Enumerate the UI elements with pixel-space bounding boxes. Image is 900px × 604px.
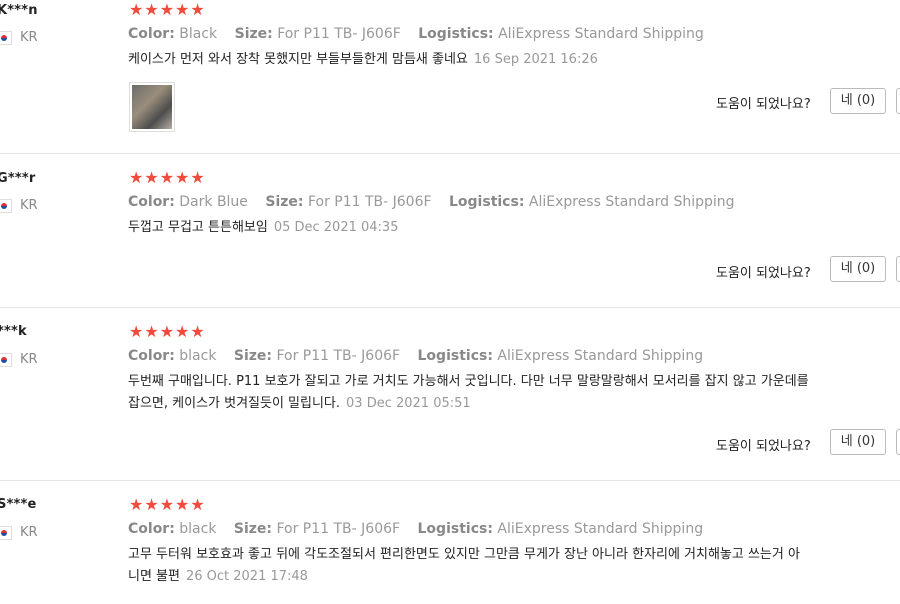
rating-stars: ★★★★★ [129, 495, 206, 514]
size-label: Size: [234, 26, 273, 42]
rating-stars: ★★★★★ [129, 168, 206, 187]
review-text-line: 고무 두터워 보호효과 좋고 뒤에 각도조절되서 편리한면도 있지만 그만큼 무… [128, 547, 800, 562]
color-value: Black [179, 26, 218, 42]
logistics-value: AliExpress Standard Shipping [497, 348, 704, 364]
helpful-question: 도움이 되었나요? [716, 97, 811, 112]
review-text: 두껍고 무겁고 튼튼해보임 05 Dec 2021 04:35 [128, 217, 888, 239]
review-date: 03 Dec 2021 05:51 [346, 396, 471, 411]
helpful-question: 도움이 되었나요? [716, 266, 811, 281]
rating-stars: ★★★★★ [129, 322, 206, 341]
rating-stars: ★★★★★ [129, 0, 206, 19]
review-text: 고무 두터워 보호효과 좋고 뒤에 각도조절되서 편리한면도 있지만 그만큼 무… [128, 544, 888, 588]
logistics-label: Logistics: [449, 194, 525, 210]
korea-flag-icon [0, 352, 12, 367]
country-code: KR [20, 198, 38, 213]
review-date: 05 Dec 2021 04:35 [273, 220, 399, 235]
size-value: For P11 TB- J606F [276, 348, 401, 364]
reviewer-country: KR [0, 198, 38, 213]
review-photo-thumbnail[interactable] [129, 82, 175, 132]
korea-flag-icon [0, 30, 12, 45]
color-value: black [179, 521, 217, 537]
logistics-label: Logistics: [418, 26, 494, 42]
sku-info: Color: black Size: For P11 TB- J606F Log… [128, 348, 716, 364]
divider [0, 480, 900, 481]
review-text-line: 두번째 구매입니다. P11 보호가 잘되고 가로 거치도 가능해서 굿입니다.… [128, 374, 809, 389]
color-label: Color: [128, 348, 175, 364]
helpful-yes-button[interactable]: 네 (0) [830, 429, 886, 455]
divider [0, 153, 900, 154]
helpful-yes-button[interactable]: 네 (0) [830, 256, 886, 282]
size-label: Size: [233, 348, 273, 364]
review-text-line: 두껍고 무겁고 튼튼해보임 [128, 220, 268, 235]
country-code: KR [20, 352, 38, 367]
korea-flag-icon [0, 525, 12, 540]
logistics-label: Logistics: [417, 348, 493, 364]
size-value: For P11 TB- J606F [276, 521, 401, 537]
helpful-yes-button[interactable]: 네 (0) [830, 88, 886, 114]
size-value: For P11 TB- J606F [277, 26, 401, 42]
review-date: 26 Oct 2021 17:48 [185, 569, 308, 584]
review-text-line: 니면 불편 [128, 569, 180, 584]
logistics-value: AliExpress Standard Shipping [497, 521, 704, 537]
color-label: Color: [128, 194, 175, 210]
sku-info: Color: Dark Blue Size: For P11 TB- J606F… [128, 194, 748, 210]
helpful-question: 도움이 되었나요? [716, 439, 811, 454]
helpful-no-button[interactable] [896, 88, 900, 114]
helpful-no-button[interactable] [896, 429, 900, 455]
reviewer-name: G***r [0, 171, 36, 186]
sku-info: Color: Black Size: For P11 TB- J606F Log… [128, 26, 717, 42]
reviewer-country: KR [0, 525, 38, 540]
review-text-line: 잡으면, 케이스가 벗겨질듯이 밀립니다. [128, 396, 341, 411]
logistics-value: AliExpress Standard Shipping [528, 194, 735, 210]
size-value: For P11 TB- J606F [307, 194, 432, 210]
korea-flag-icon [0, 198, 12, 213]
country-code: KR [20, 525, 38, 540]
size-label: Size: [265, 194, 304, 210]
logistics-value: AliExpress Standard Shipping [498, 26, 704, 42]
color-label: Color: [128, 521, 175, 537]
color-label: Color: [128, 26, 175, 42]
reviewer-name: S***e [0, 497, 37, 512]
size-label: Size: [233, 521, 273, 537]
reviewer-country: KR [0, 30, 38, 45]
color-value: Dark Blue [179, 194, 248, 210]
review-text: 케이스가 먼저 와서 장착 못했지만 부들부들한게 맘듬새 좋네요 16 Sep … [128, 49, 888, 71]
sku-info: Color: black Size: For P11 TB- J606F Log… [128, 521, 716, 537]
review-text: 두번째 구매입니다. P11 보호가 잘되고 가로 거치도 가능해서 굿입니다.… [128, 371, 888, 415]
reviewer-name: ***k [0, 324, 27, 339]
helpful-no-button[interactable] [896, 256, 900, 282]
country-code: KR [20, 30, 38, 45]
review-text-line: 케이스가 먼저 와서 장착 못했지만 부들부들한게 맘듬새 좋네요 [128, 52, 468, 67]
reviewer-country: KR [0, 352, 38, 367]
reviewer-name: K***n [0, 3, 38, 18]
review-date: 16 Sep 2021 16:26 [473, 52, 598, 67]
logistics-label: Logistics: [417, 521, 493, 537]
divider [0, 307, 900, 308]
color-value: black [179, 348, 217, 364]
